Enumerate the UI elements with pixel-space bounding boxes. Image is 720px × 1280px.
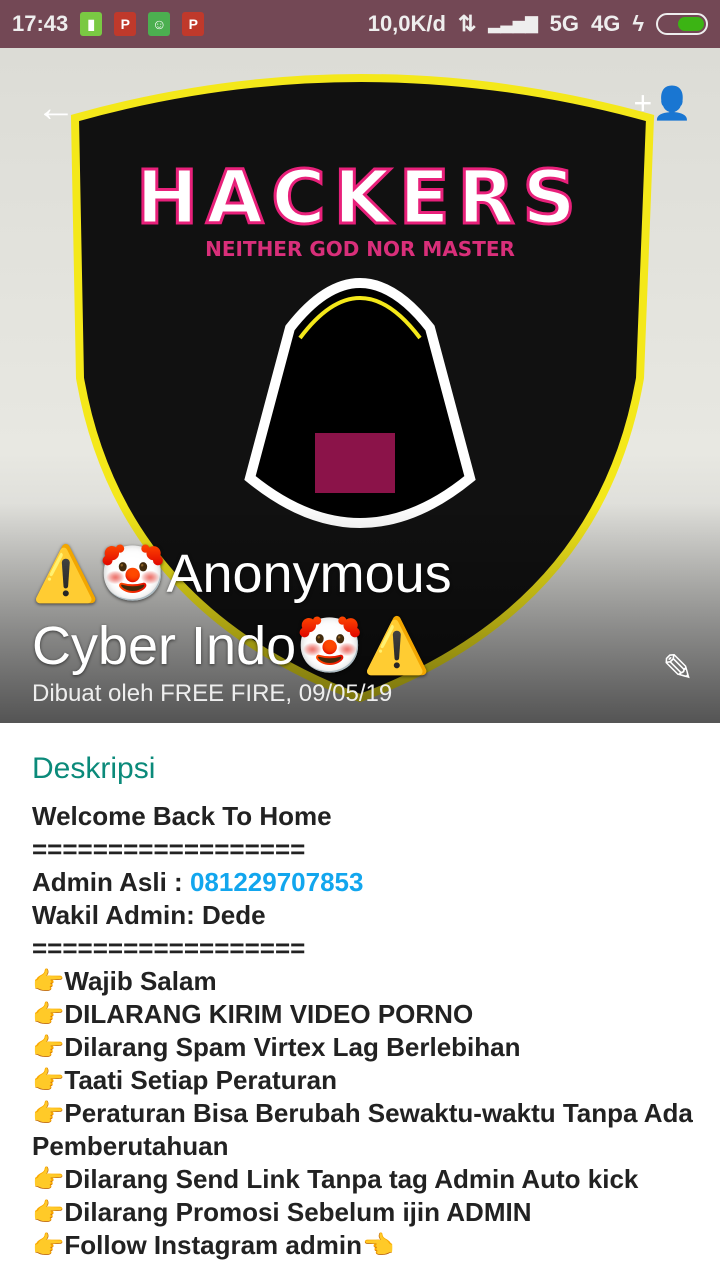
edit-button[interactable]: ✎ — [662, 646, 694, 691]
admin-label: Admin Asli : — [32, 867, 190, 897]
rule-item: 👉Taati Setiap Peraturan — [32, 1065, 337, 1095]
battery-app-icon: ▮ — [80, 12, 103, 36]
network-5g: 5G — [549, 11, 579, 36]
clock: 17:43 — [12, 11, 69, 36]
created-by: Dibuat oleh FREE FIRE, 09/05/19 — [32, 680, 393, 707]
android-icon: ☺ — [148, 12, 171, 36]
data-arrows-icon: ⇅ — [457, 11, 477, 36]
separator: ================== — [32, 933, 306, 963]
battery-icon — [656, 13, 708, 35]
description-line: Welcome Back To Home — [32, 801, 332, 831]
p-app-icon: P — [182, 12, 205, 36]
rule-item: 👉Dilarang Promosi Sebelum ijin ADMIN — [32, 1197, 532, 1227]
logo-subtext: NEITHER GOD NOR MASTER — [205, 237, 515, 261]
rule-item: 👉Wajib Salam — [32, 966, 217, 996]
network-4g: 4G — [590, 11, 621, 36]
separator: ================== — [32, 834, 306, 864]
wakil-admin: Wakil Admin: Dede — [32, 900, 266, 930]
admin-phone-link[interactable]: 081229707853 — [190, 867, 364, 897]
network-speed: 10,0K/d — [367, 11, 446, 36]
description-heading: Deskripsi — [32, 752, 156, 785]
rule-item: 👉DILARANG KIRIM VIDEO PORNO — [32, 999, 474, 1029]
add-participant-button[interactable]: +👤 — [633, 84, 692, 122]
charging-icon: ϟ — [632, 11, 644, 36]
rule-item: 👉Peraturan Bisa Berubah Sewaktu-waktu Ta… — [32, 1098, 693, 1161]
logo-text: HACKERS — [136, 155, 584, 241]
rule-item: 👉Dilarang Spam Virtex Lag Berlebihan — [32, 1032, 521, 1062]
rule-item: 👉Dilarang Send Link Tanpa tag Admin Auto… — [32, 1164, 639, 1194]
group-name: ⚠️🤡Anonymous Cyber Indo🤡⚠️ — [32, 544, 452, 676]
p-app-icon: P — [114, 12, 137, 36]
rule-item: 👉Follow Instagram admin👈 — [32, 1230, 395, 1260]
description-section: Deskripsi Welcome Back To Home =========… — [32, 752, 700, 1262]
admin-line: Admin Asli : 081229707853 — [32, 866, 700, 899]
back-button[interactable]: ← — [36, 86, 76, 131]
status-bar: 17:43 ▮ P ☺ P 10,0K/d ⇅ ▂▃▅▇ 5G 4G ϟ — [0, 0, 720, 48]
signal-icon: ▂▃▅▇ — [488, 16, 538, 33]
group-header: HACKERS NEITHER GOD NOR MASTER ← +👤 ⚠️🤡A… — [0, 48, 720, 723]
